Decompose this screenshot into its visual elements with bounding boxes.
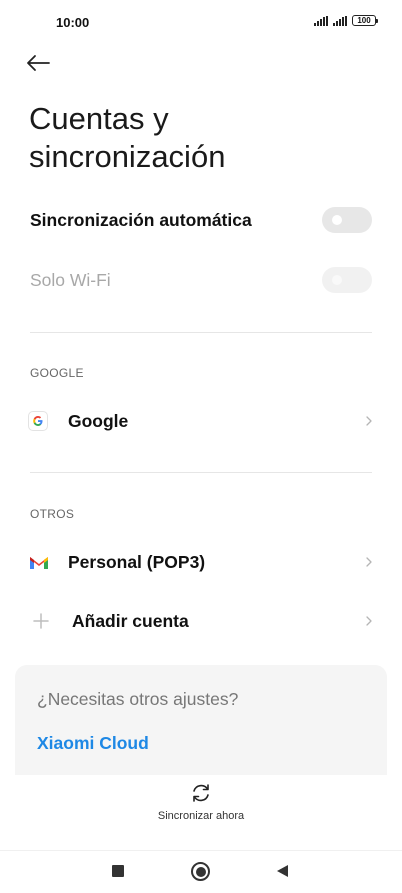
- other-settings-card: ¿Necesitas otros ajustes? Xiaomi Cloud: [15, 665, 387, 775]
- home-circle-icon[interactable]: [191, 862, 210, 881]
- add-account-row[interactable]: Añadir cuenta: [0, 605, 402, 637]
- xiaomi-cloud-link[interactable]: Xiaomi Cloud: [37, 733, 149, 754]
- auto-sync-label: Sincronización automática: [30, 209, 252, 230]
- status-icons: 100: [314, 15, 378, 26]
- account-label-google: Google: [68, 410, 129, 431]
- google-icon: [28, 411, 48, 431]
- wifi-only-toggle[interactable]: [322, 267, 372, 293]
- back-triangle-icon[interactable]: [276, 864, 289, 878]
- signal-icon: [314, 15, 328, 26]
- arrow-left-icon: [27, 55, 50, 71]
- card-question: ¿Necesitas otros ajustes?: [37, 689, 239, 709]
- sync-now-label: Sincronizar ahora: [157, 810, 245, 822]
- section-header-others: OTROS: [30, 507, 75, 521]
- chevron-right-icon: [366, 616, 372, 626]
- battery-icon: 100: [352, 15, 378, 26]
- page-title: Cuentas y sincronización: [29, 101, 226, 174]
- toggle-knob: [332, 215, 342, 225]
- toggle-knob: [332, 275, 342, 285]
- status-bar: 10:00 100: [0, 0, 402, 46]
- back-button[interactable]: [26, 48, 60, 78]
- auto-sync-row[interactable]: Sincronización automática: [0, 205, 402, 235]
- divider: [30, 472, 372, 473]
- wifi-only-row[interactable]: Solo Wi-Fi: [0, 265, 402, 295]
- battery-level: 100: [357, 16, 371, 25]
- auto-sync-toggle[interactable]: [322, 207, 372, 233]
- add-account-label: Añadir cuenta: [72, 610, 189, 631]
- status-time: 10:00: [56, 15, 90, 30]
- home-dot: [195, 866, 206, 877]
- chevron-right-icon: [366, 557, 372, 567]
- gmail-icon: [30, 557, 48, 569]
- signal-icon: [333, 15, 347, 26]
- account-row-google[interactable]: Google: [0, 405, 402, 437]
- plus-icon: [33, 613, 49, 629]
- wifi-only-label: Solo Wi-Fi: [30, 269, 111, 290]
- section-header-google: GOOGLE: [30, 366, 84, 380]
- navigation-bar: [0, 850, 402, 893]
- account-row-personal[interactable]: Personal (POP3): [0, 546, 402, 578]
- recents-square-icon[interactable]: [112, 865, 124, 877]
- account-label-personal: Personal (POP3): [68, 551, 206, 572]
- sync-icon: [193, 784, 209, 802]
- chevron-right-icon: [366, 416, 372, 426]
- sync-now-button[interactable]: Sincronizar ahora: [0, 782, 402, 822]
- divider: [30, 332, 372, 333]
